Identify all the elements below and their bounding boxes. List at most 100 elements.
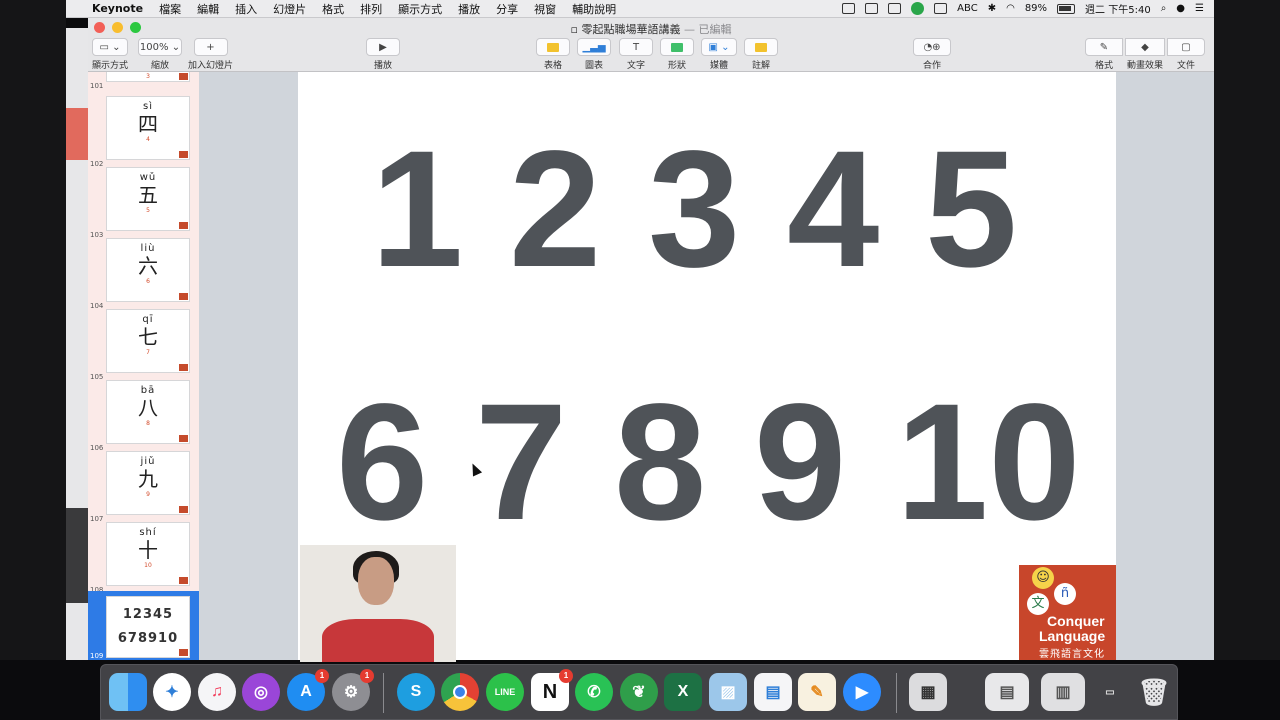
dock-chrome[interactable]: [441, 673, 479, 711]
play-button[interactable]: ▶: [366, 38, 400, 56]
dock-finder[interactable]: [109, 673, 147, 711]
slide-thumbnail-106[interactable]: bā 八 8 106: [88, 380, 199, 452]
animate-button[interactable]: ◆: [1125, 38, 1165, 56]
menu-play[interactable]: 播放: [458, 1, 480, 17]
app-menu[interactable]: Keynote: [92, 2, 143, 15]
photo-icon[interactable]: [888, 3, 902, 14]
comment-button[interactable]: [744, 38, 778, 56]
slide-thumbnail-109-selected[interactable]: 12345 678910 109: [88, 591, 199, 660]
slide-digit-10[interactable]: 10: [896, 380, 1081, 546]
slide-thumbnail-108[interactable]: shí 十 10 108: [88, 522, 199, 594]
window-thumbnail-icon: ▭: [1105, 686, 1115, 698]
slide-thumbnail-104[interactable]: liù 六 6 104: [88, 238, 199, 310]
dock-system-preferences[interactable]: ⚙ 1: [332, 669, 374, 711]
input-method-label[interactable]: ABC: [957, 3, 978, 14]
slide-pinyin: sì: [143, 101, 153, 112]
document-button[interactable]: ▢: [1167, 38, 1205, 56]
slide-thumbnail-102[interactable]: sì 四 4 102: [88, 96, 199, 168]
menu-share[interactable]: 分享: [496, 1, 518, 17]
dock-downloads-stack[interactable]: ▤: [985, 673, 1029, 711]
battery-icon[interactable]: [1057, 3, 1076, 14]
shape-button[interactable]: [660, 38, 694, 56]
dock-evernote[interactable]: ❦: [620, 673, 658, 711]
clock[interactable]: 週二 下午5:40: [1085, 1, 1151, 16]
table-button[interactable]: [536, 38, 570, 56]
shape-tool: 形狀: [660, 38, 694, 71]
notification-center-icon[interactable]: ☰: [1195, 3, 1204, 14]
slide-digit-8[interactable]: 8: [614, 380, 706, 546]
dock-music[interactable]: ♫: [198, 673, 236, 711]
slide-digit-6[interactable]: 6: [336, 380, 428, 546]
menu-edit[interactable]: 編輯: [197, 1, 219, 17]
text-button[interactable]: T: [619, 38, 653, 56]
dock-minimized-window[interactable]: ▭: [1091, 673, 1129, 711]
dock-preview[interactable]: ▨: [709, 673, 747, 711]
view-label: 顯示方式: [92, 61, 129, 71]
slide-thumbnail-101[interactable]: 3 101: [88, 72, 199, 90]
dock-app-store[interactable]: A1: [287, 669, 329, 711]
dock-notion[interactable]: N1: [531, 669, 573, 711]
bluetooth-icon[interactable]: ✱: [988, 3, 996, 14]
dock-recent-document[interactable]: ▦: [909, 673, 947, 711]
slide-digit-7[interactable]: 7: [475, 380, 567, 546]
slide-number: 109: [90, 652, 104, 660]
slide-digit-5[interactable]: 5: [925, 127, 1017, 293]
menu-insert[interactable]: 插入: [235, 1, 257, 17]
slide-thumbnail-105[interactable]: qī 七 7 105: [88, 309, 199, 381]
wifi-icon[interactable]: ◠: [1006, 3, 1015, 14]
add-slide-button[interactable]: +: [193, 38, 228, 56]
zoom-value: 100%: [139, 41, 169, 53]
slide-thumbnail-103[interactable]: wǔ 五 5 103: [88, 167, 199, 239]
menu-format[interactable]: 格式: [322, 1, 344, 17]
menu-slide[interactable]: 幻燈片: [273, 1, 306, 17]
slide-digit-9[interactable]: 9: [754, 380, 846, 546]
slide-navigator[interactable]: 3 101 sì 四 4 102 wǔ 五 5 103 liù 六 6 104: [88, 72, 199, 660]
plus-icon: +: [206, 41, 215, 53]
slide-small-number: 4: [146, 136, 150, 143]
document-label: 文件: [1176, 61, 1195, 71]
display-icon[interactable]: [934, 3, 948, 14]
chart-button[interactable]: ▁▃▅: [577, 38, 611, 56]
menu-file[interactable]: 檔案: [159, 1, 181, 17]
format-tool: ✎ 格式: [1085, 38, 1123, 71]
slide-digit-3[interactable]: 3: [648, 127, 740, 293]
dock-excel[interactable]: X: [664, 673, 702, 711]
dock-screenshots-stack[interactable]: ▥: [1041, 673, 1085, 711]
dock-podcasts[interactable]: ◎: [242, 673, 280, 711]
logo-line-2: Language: [1039, 628, 1106, 644]
dock-pages[interactable]: ✎: [798, 673, 836, 711]
dock-keynote[interactable]: ▤: [754, 673, 792, 711]
menu-help[interactable]: 輔助說明: [572, 1, 616, 17]
dock-safari[interactable]: ✦: [153, 673, 191, 711]
media-tool: ▣ ⌄ 媒體: [701, 38, 737, 71]
dock-zoom[interactable]: ▶: [843, 673, 881, 711]
slide-digit-2[interactable]: 2: [509, 127, 601, 293]
zoom-select[interactable]: 100% ⌄: [138, 38, 182, 56]
slide-small-number: 10: [144, 562, 152, 569]
view-button[interactable]: ▭ ⌄: [92, 38, 128, 56]
dock-trash[interactable]: 🗑: [1135, 673, 1173, 711]
dock-separator: [383, 673, 384, 713]
dock-line[interactable]: LINE: [486, 673, 524, 711]
dock-skype[interactable]: S: [397, 673, 435, 711]
camera-icon[interactable]: [865, 3, 879, 14]
spotlight-search-icon[interactable]: ⌕: [1161, 3, 1167, 14]
notification-badge: 1: [315, 669, 329, 683]
text-icon: T: [632, 41, 640, 53]
slide-thumbnail-107[interactable]: jiǔ 九 9 107: [88, 451, 199, 523]
format-button[interactable]: ✎: [1085, 38, 1123, 56]
collaborate-button[interactable]: ◔⊕: [913, 38, 951, 56]
slide-preview: shí 十 10: [106, 522, 190, 586]
line-status-icon[interactable]: [911, 2, 925, 15]
menu-window[interactable]: 視窗: [534, 1, 556, 17]
screen-record-icon[interactable]: [842, 3, 856, 14]
slide-digit-1[interactable]: 1: [371, 127, 463, 293]
dock-whatsapp[interactable]: ✆: [575, 673, 613, 711]
slide-small-number: 7: [146, 349, 150, 356]
menu-view[interactable]: 顯示方式: [398, 1, 442, 17]
slide-digit-4[interactable]: 4: [787, 127, 879, 293]
siri-icon[interactable]: ●: [1176, 3, 1185, 14]
menu-arrange[interactable]: 排列: [360, 1, 382, 17]
media-button[interactable]: ▣ ⌄: [701, 38, 737, 56]
desktop-right-edge: [1214, 0, 1280, 660]
